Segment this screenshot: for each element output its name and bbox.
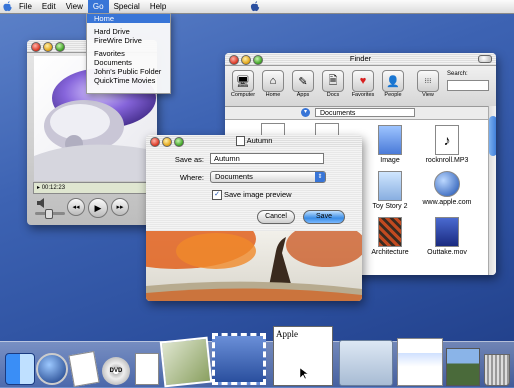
- mail-stamp-icon[interactable]: [212, 333, 266, 385]
- save-dialog-window: Autumn Save as: Autumn Where: Documents …: [146, 135, 362, 301]
- textedit-icon[interactable]: [68, 349, 100, 388]
- landscape-image-icon[interactable]: [446, 346, 480, 386]
- save-button[interactable]: Save: [303, 210, 345, 224]
- file-image[interactable]: Image: [358, 125, 422, 164]
- menu-special[interactable]: Special: [109, 0, 145, 13]
- mouse-pointer-icon: [299, 367, 309, 380]
- document-proxy-icon[interactable]: [235, 136, 245, 147]
- quicktime-icon[interactable]: [36, 349, 68, 385]
- movie-file-icon: [435, 217, 459, 247]
- file-architecture[interactable]: Architecture: [358, 217, 422, 256]
- window-title: Autumn: [246, 136, 273, 145]
- autumn-image-preview: [146, 231, 362, 301]
- menu-edit[interactable]: Edit: [37, 0, 61, 13]
- fast-forward-button[interactable]: ▸▸: [111, 198, 129, 216]
- documents-icon: 🗎: [322, 70, 344, 92]
- zoom-button[interactable]: [253, 55, 263, 65]
- home-icon: ⌂: [262, 70, 284, 92]
- rewind-button[interactable]: ◂◂: [67, 198, 85, 216]
- file-toy-story-2[interactable]: Toy Story 2: [358, 171, 422, 210]
- apps-icon: ✎: [292, 70, 314, 92]
- zoom-button[interactable]: [55, 42, 65, 52]
- minimize-button[interactable]: [241, 55, 251, 65]
- go-menu-public-folder[interactable]: John's Public Folder: [87, 67, 170, 76]
- toolbar-docs[interactable]: 🗎 Docs: [319, 70, 347, 98]
- people-icon: 👤: [382, 70, 404, 92]
- view-icon: ⁝⁝⁝: [417, 70, 439, 92]
- go-menu-quicktime-movies[interactable]: QuickTime Movies: [87, 76, 170, 85]
- go-menu-firewire-drive[interactable]: FireWire Drive: [87, 36, 170, 45]
- go-menu-hard-drive[interactable]: Hard Drive: [87, 27, 170, 36]
- close-button[interactable]: [31, 42, 41, 52]
- minimize-button[interactable]: [43, 42, 53, 52]
- go-menu-home[interactable]: Home: [87, 14, 170, 23]
- finder-icon[interactable]: [4, 349, 36, 385]
- zoom-button[interactable]: [174, 137, 184, 147]
- finder-titlebar[interactable]: Finder: [225, 53, 496, 66]
- image-file-icon: [378, 125, 402, 155]
- save-as-label: Save as:: [174, 155, 204, 164]
- toolbar-toggle-button[interactable]: [478, 55, 492, 63]
- path-bar: ▾ Documents: [225, 107, 496, 120]
- trash-icon[interactable]: [482, 350, 512, 386]
- window-title: Finder: [349, 54, 372, 63]
- go-menu-favorites[interactable]: Favorites: [87, 49, 170, 58]
- volume-knob[interactable]: [45, 209, 53, 219]
- search-input[interactable]: [447, 80, 489, 91]
- toolbar-favorites[interactable]: ♥ Favorites: [349, 70, 377, 98]
- path-popup[interactable]: Documents: [315, 108, 415, 117]
- toolbar-computer[interactable]: 🖥 Computer: [229, 70, 257, 98]
- apple-logo-icon: [250, 1, 261, 12]
- favorites-heart-icon: ♥: [352, 70, 374, 92]
- toolbar-people[interactable]: 👤 People: [379, 70, 407, 98]
- finder-toolbar: 🖥 Computer ⌂ Home ✎ Apps 🗎 Docs ♥ Favorites 👤…: [225, 66, 496, 107]
- go-menu-documents[interactable]: Documents: [87, 58, 170, 67]
- document-icon[interactable]: [132, 349, 162, 385]
- image-file-icon: [378, 217, 402, 247]
- menu-view[interactable]: View: [61, 0, 88, 13]
- iphoto-icon[interactable]: [159, 336, 213, 388]
- audio-file-icon: ♪: [435, 125, 459, 155]
- timecode: 00:12:23: [41, 185, 66, 191]
- where-popup-value: Documents: [215, 172, 253, 181]
- close-button[interactable]: [229, 55, 239, 65]
- where-label: Where:: [179, 173, 204, 182]
- save-preview-label: Save image preview: [224, 190, 292, 199]
- save-as-field[interactable]: Autumn: [210, 153, 324, 164]
- scrollbar-thumb[interactable]: [489, 116, 496, 156]
- save-sheet: Save as: Autumn Where: Documents ⇕ ✓ Sav…: [146, 147, 362, 231]
- dvd-player-icon[interactable]: DVD: [100, 349, 132, 385]
- web-location-icon: [434, 171, 460, 197]
- movie-file-icon: [378, 171, 402, 201]
- volume-slider[interactable]: [35, 209, 65, 219]
- scrollbar[interactable]: [488, 106, 496, 275]
- toolbar-home[interactable]: ⌂ Home: [259, 70, 287, 98]
- go-menu-dropdown: Home Hard Drive FireWire Drive Favorites…: [86, 13, 171, 94]
- path-popup-arrow-icon[interactable]: ▾: [301, 108, 310, 117]
- toolbar-apps[interactable]: ✎ Apps: [289, 70, 317, 98]
- play-position-marker[interactable]: ▸: [37, 185, 40, 191]
- toolbar-view[interactable]: ⁝⁝⁝ View: [414, 70, 442, 98]
- folder-icon[interactable]: [338, 330, 394, 386]
- menu-help[interactable]: Help: [145, 0, 171, 13]
- computer-icon: 🖥: [232, 70, 254, 92]
- where-popup[interactable]: Documents ⇕: [210, 171, 326, 183]
- file-rocknroll-mp3[interactable]: ♪ rocknroll.MP3: [415, 125, 479, 164]
- file-www-apple-com[interactable]: www.apple.com: [415, 171, 479, 206]
- minimize-button[interactable]: [162, 137, 172, 147]
- search-label: Search:: [447, 71, 468, 77]
- popup-arrows-icon: ⇕: [315, 172, 325, 182]
- menu-file[interactable]: File: [14, 0, 37, 13]
- menu-go[interactable]: Go: [87, 0, 109, 13]
- save-preview-checkbox[interactable]: ✓: [212, 190, 222, 200]
- web-page-icon[interactable]: [396, 336, 444, 386]
- apple-menu-icon[interactable]: [0, 0, 14, 13]
- close-button[interactable]: [150, 137, 160, 147]
- play-button[interactable]: ▶: [88, 198, 108, 218]
- cancel-button[interactable]: Cancel: [257, 210, 295, 224]
- file-outtake-mov[interactable]: Outtake.mov: [415, 217, 479, 256]
- timeline-bar[interactable]: ▸ 00:12:23: [33, 182, 153, 194]
